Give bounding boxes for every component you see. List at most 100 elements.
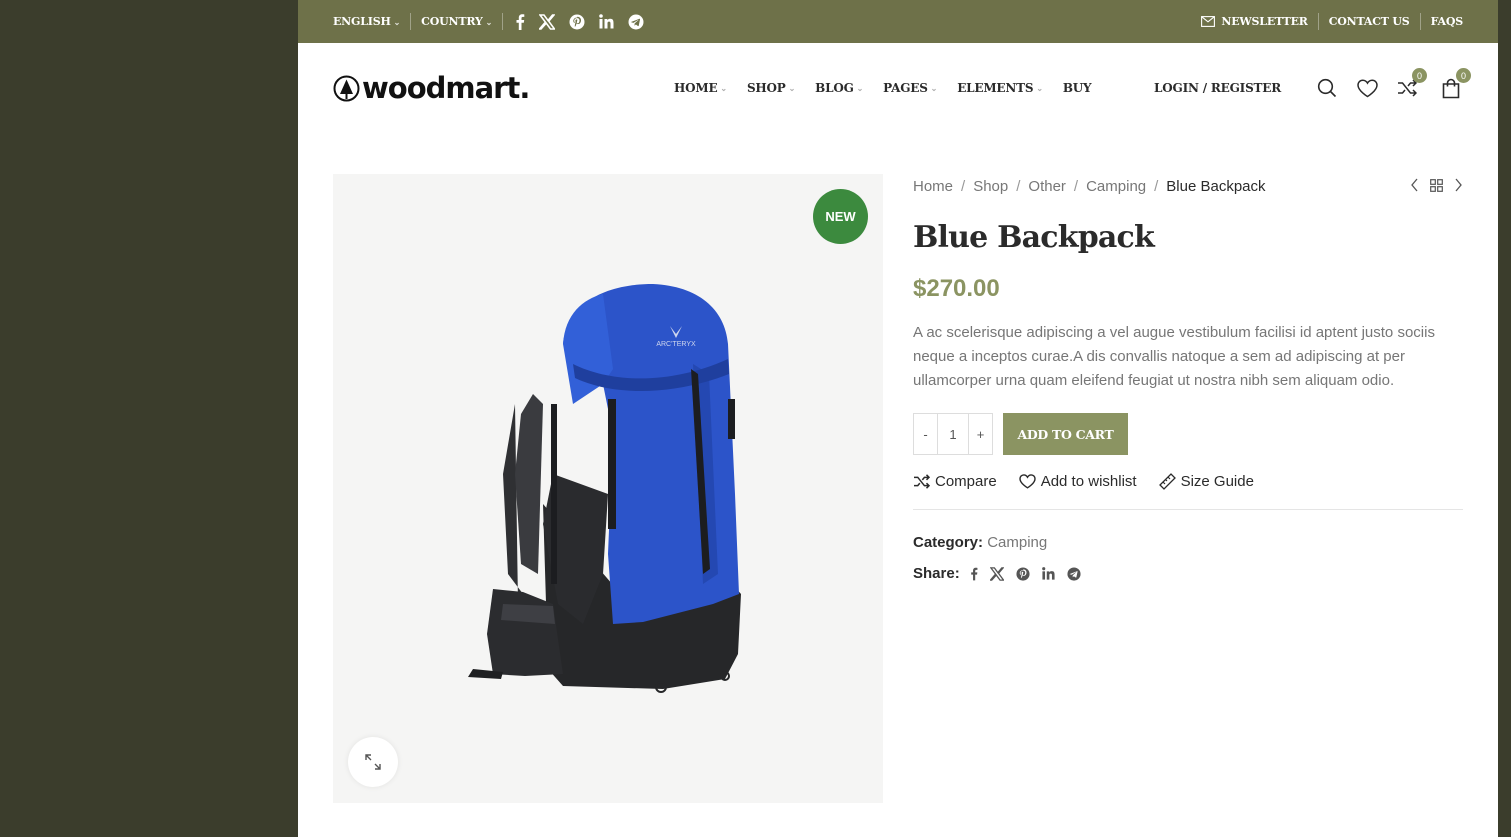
breadcrumb-current: Blue Backpack	[1166, 177, 1266, 195]
main-header: woodmart. HOME ⌄ SHOP ⌄ BLOG ⌄ PAGES ⌄ ELEME…	[298, 43, 1498, 133]
cart-bag-icon[interactable]: 0	[1439, 68, 1471, 100]
nav-shop[interactable]: SHOP ⌄	[747, 81, 795, 95]
nav-label: PAGES	[883, 81, 928, 95]
compare-count-badge: 0	[1412, 68, 1427, 83]
product-title: Blue Backpack	[913, 220, 1155, 255]
country-selector[interactable]: COUNTRY ⌄	[411, 0, 502, 43]
wishlist-label: Add to wishlist	[1040, 473, 1137, 490]
grid-icon[interactable]	[1430, 178, 1443, 192]
breadcrumb-camping[interactable]: Camping	[1086, 178, 1146, 195]
ruler-icon	[1158, 473, 1176, 490]
category-label: Category:	[913, 534, 984, 551]
newsletter-link[interactable]: NEWSLETTER	[1201, 0, 1317, 43]
search-icon[interactable]	[1315, 76, 1339, 100]
pinterest-icon[interactable]	[1016, 566, 1030, 581]
product-navigation	[1410, 178, 1463, 192]
compare-icon[interactable]: 0	[1395, 68, 1427, 100]
product-price: $270.00	[913, 275, 1000, 302]
breadcrumb-separator: /	[961, 177, 966, 195]
category-link[interactable]: Camping	[987, 534, 1047, 551]
expand-icon	[365, 754, 381, 770]
newsletter-label: NEWSLETTER	[1221, 15, 1308, 28]
compare-icon	[914, 474, 930, 489]
nav-label: BUY	[1062, 81, 1092, 95]
nav-home[interactable]: HOME ⌄	[674, 81, 727, 95]
chevron-right-icon[interactable]	[1453, 178, 1463, 192]
compare-button[interactable]: Compare	[913, 473, 997, 490]
chevron-down-icon: ⌄	[856, 83, 864, 93]
faqs-link[interactable]: FAQS	[1421, 0, 1464, 43]
add-to-cart-button[interactable]: ADD TO CART	[1003, 413, 1128, 455]
add-to-wishlist-button[interactable]: Add to wishlist	[1018, 473, 1137, 490]
nav-label: HOME	[674, 81, 718, 95]
linkedin-icon[interactable]	[599, 14, 614, 29]
chevron-down-icon: ⌄	[788, 83, 796, 93]
facebook-icon[interactable]	[970, 567, 978, 581]
breadcrumb-separator: /	[1154, 177, 1159, 195]
breadcrumb-separator: /	[1073, 177, 1079, 195]
product-description: A ac scelerisque adipiscing a vel augue …	[913, 324, 1435, 389]
nav-pages[interactable]: PAGES ⌄	[883, 81, 937, 95]
breadcrumb-home[interactable]: Home	[913, 178, 953, 195]
site-logo[interactable]: woodmart.	[333, 71, 530, 105]
qty-plus-button[interactable]: +	[968, 413, 993, 455]
new-badge: NEW	[813, 189, 868, 244]
chevron-left-icon[interactable]	[1410, 178, 1420, 192]
contact-label: CONTACT US	[1328, 15, 1410, 28]
login-register-link[interactable]: LOGIN / REGISTER	[1154, 81, 1281, 95]
svg-text:ARC'TERYX: ARC'TERYX	[656, 341, 696, 348]
top-bar-left: ENGLISH ⌄ COUNTRY ⌄	[333, 0, 644, 43]
quantity-stepper: - 1 +	[913, 413, 993, 455]
chevron-down-icon: ⌄	[485, 16, 493, 27]
qty-input[interactable]: 1	[938, 413, 968, 455]
linkedin-icon[interactable]	[1041, 567, 1055, 580]
facebook-icon[interactable]	[515, 13, 525, 30]
pinterest-icon[interactable]	[569, 14, 585, 30]
nav-blog[interactable]: BLOG ⌄	[815, 81, 863, 95]
zoom-button[interactable]	[348, 737, 398, 787]
breadcrumb-other[interactable]: Other	[1028, 178, 1066, 195]
country-label: COUNTRY	[421, 15, 483, 28]
add-to-cart-row: - 1 + ADD TO CART	[913, 413, 1463, 455]
category-line: Category: Camping	[913, 534, 1463, 551]
telegram-icon[interactable]	[628, 14, 644, 30]
site-container: ENGLISH ⌄ COUNTRY ⌄ NEWSLETTER CONTACT U…	[298, 0, 1498, 837]
product-image: ARC'TERYX	[468, 284, 741, 693]
product-gallery[interactable]: ARC'TERYX NEW	[333, 174, 883, 803]
wishlist-heart-icon[interactable]	[1355, 76, 1379, 100]
mail-icon	[1201, 16, 1216, 27]
nav-label: BLOG	[815, 81, 854, 95]
x-icon[interactable]	[539, 13, 556, 30]
nav-label: ELEMENTS	[957, 81, 1034, 95]
product-summary: Home / Shop / Other / Camping / Blue Bac…	[913, 174, 1463, 582]
cart-count-badge: 0	[1456, 68, 1471, 83]
language-label: ENGLISH	[333, 15, 391, 28]
qty-minus-button[interactable]: -	[913, 413, 938, 455]
nav-buy[interactable]: BUY	[1063, 81, 1092, 95]
telegram-icon[interactable]	[1067, 566, 1081, 581]
chevron-down-icon: ⌄	[393, 16, 401, 27]
faqs-label: FAQS	[1430, 15, 1464, 28]
size-guide-button[interactable]: Size Guide	[1158, 473, 1254, 490]
top-bar-right: NEWSLETTER CONTACT US FAQS	[1201, 0, 1463, 43]
chevron-down-icon: ⌄	[720, 83, 727, 93]
breadcrumb-separator: /	[1016, 177, 1021, 195]
logo-text: woodmart.	[362, 71, 530, 105]
contact-us-link[interactable]: CONTACT US	[1319, 0, 1420, 43]
language-selector[interactable]: ENGLISH ⌄	[333, 0, 410, 43]
chevron-down-icon: ⌄	[1036, 83, 1043, 93]
breadcrumb: Home / Shop / Other / Camping / Blue Bac…	[913, 174, 1463, 198]
product-meta: Category: Camping Share:	[913, 534, 1463, 582]
main-nav: HOME ⌄ SHOP ⌄ BLOG ⌄ PAGES ⌄ ELEMENTS ⌄ BUY	[674, 43, 1092, 133]
compare-label: Compare	[935, 473, 997, 490]
breadcrumb-shop[interactable]: Shop	[973, 178, 1008, 195]
header-tools: LOGIN / REGISTER 0 0	[1154, 43, 1471, 133]
heart-icon	[1018, 474, 1036, 489]
divider	[913, 509, 1463, 510]
nav-elements[interactable]: ELEMENTS ⌄	[957, 81, 1043, 95]
top-bar: ENGLISH ⌄ COUNTRY ⌄ NEWSLETTER CONTACT U…	[298, 0, 1498, 43]
social-links	[503, 13, 644, 30]
tree-logo-icon	[333, 75, 360, 101]
size-guide-label: Size Guide	[1180, 473, 1254, 490]
x-icon[interactable]	[989, 566, 1004, 581]
